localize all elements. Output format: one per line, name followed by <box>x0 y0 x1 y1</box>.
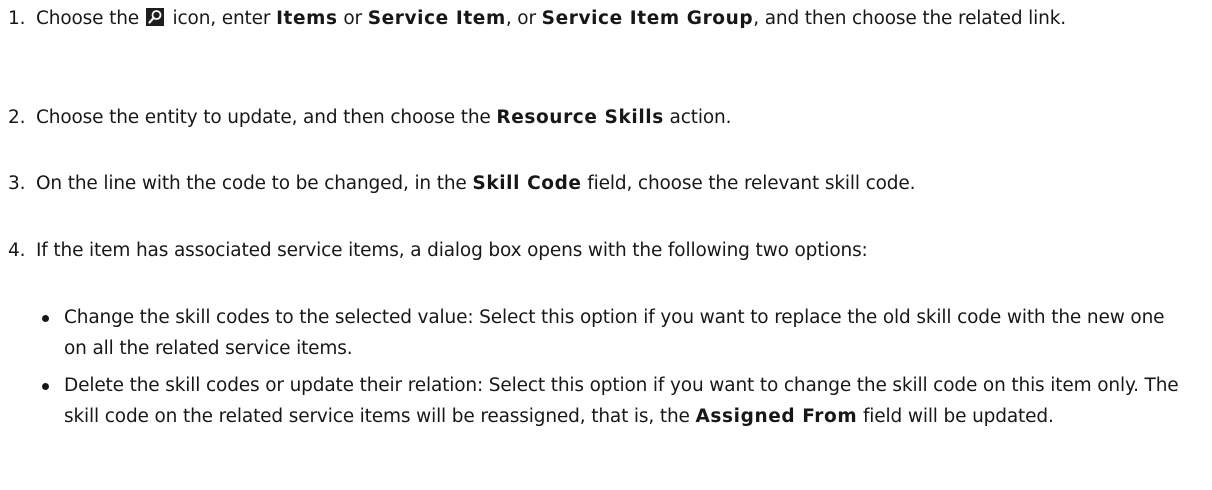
step-text: Choose the icon, enter Items or Service … <box>36 8 1066 29</box>
term-resource-skills: Resource Skills <box>496 107 664 128</box>
term-skill-code: Skill Code <box>472 173 582 194</box>
step-number: 2. <box>8 107 26 128</box>
step-number: 4. <box>8 240 26 261</box>
term-service-item-group: Service Item Group <box>541 8 754 29</box>
bullet <box>42 383 49 390</box>
bullet <box>42 315 49 322</box>
term-service-item: Service Item <box>367 8 506 29</box>
term-assigned-from: Assigned From <box>695 406 858 427</box>
step-text: On the line with the code to be changed,… <box>36 173 916 194</box>
step-number: 3. <box>8 173 26 194</box>
option-text: Change the skill codes to the selected v… <box>64 307 1165 359</box>
document-page: 1. Choose the icon, enter Items or Servi… <box>0 0 1212 490</box>
step-number: 1. <box>8 8 26 29</box>
step-text: Choose the entity to update, and then ch… <box>36 107 732 128</box>
option-text: Delete the skill codes or update their r… <box>64 375 1179 427</box>
term-items: Items <box>276 8 338 29</box>
search-icon <box>145 8 164 26</box>
step-text: If the item has associated service items… <box>36 240 868 261</box>
